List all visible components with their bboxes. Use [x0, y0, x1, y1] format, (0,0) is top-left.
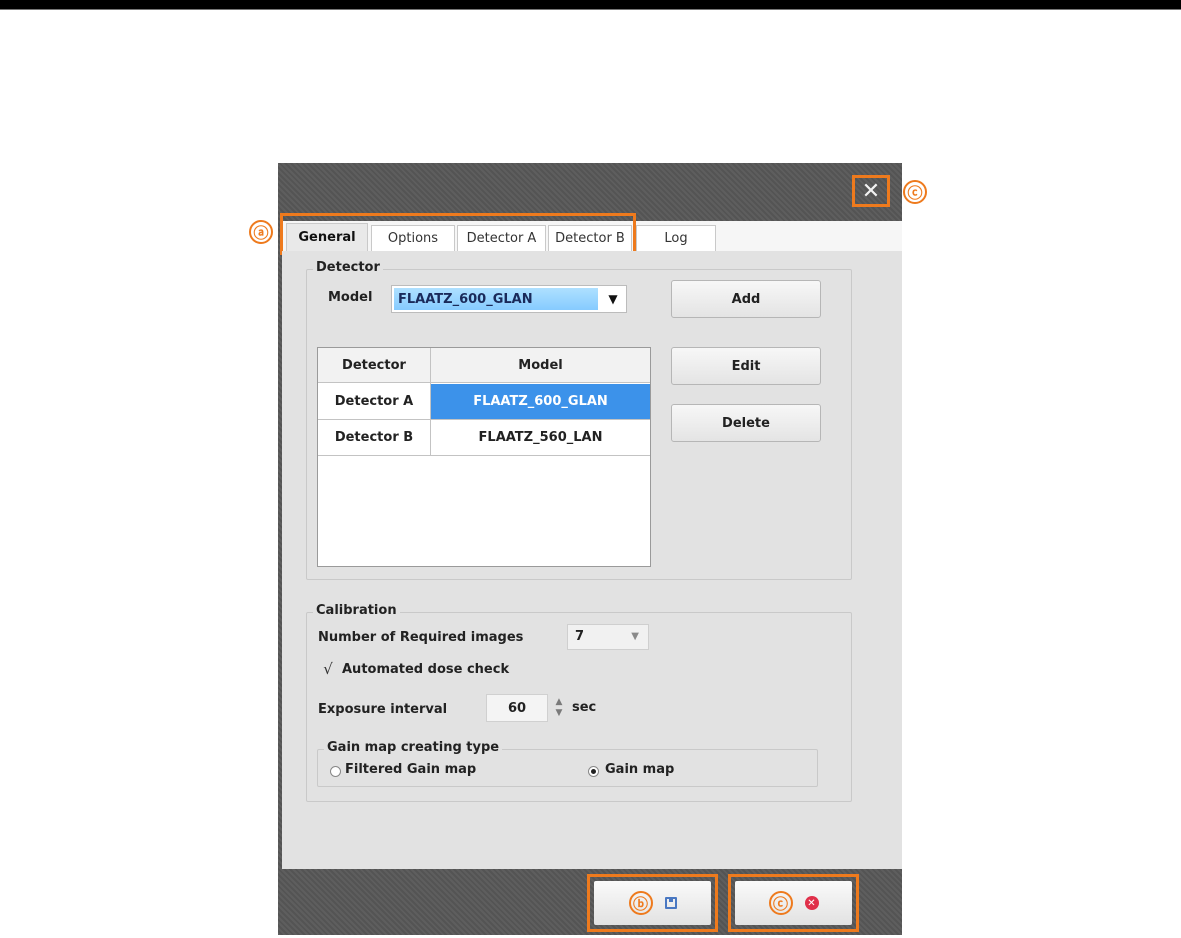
edit-button-label: Edit [731, 358, 761, 374]
required-images-combobox[interactable]: 7 ▼ [567, 624, 649, 650]
exposure-interval-value: 60 [507, 700, 527, 716]
top-rule-thin [0, 9, 1181, 10]
filtered-gain-map-radio[interactable] [330, 766, 341, 777]
delete-button[interactable]: Delete [671, 404, 821, 442]
callout-b-save: ⓑ [628, 891, 653, 915]
tab-log[interactable]: Log [636, 225, 716, 251]
callout-a-tabs: ⓐ [249, 220, 273, 244]
model-combobox[interactable]: FLAATZ_600_GLAN ▼ [391, 285, 627, 313]
model-combobox-value: FLAATZ_600_GLAN [394, 288, 598, 310]
filtered-gain-map-label: Filtered Gain map [345, 762, 477, 777]
delete-button-label: Delete [722, 415, 770, 431]
chevron-down-icon: ▼ [608, 292, 618, 306]
top-rule [0, 0, 1181, 9]
save-button[interactable]: ⓑ [587, 874, 718, 932]
calibration-group-title: Calibration [313, 603, 400, 618]
tab-detector-a-label: Detector A [466, 231, 537, 246]
dose-check-label: Automated dose check [342, 662, 510, 677]
save-button-face: ⓑ [594, 881, 711, 925]
row-model-cell: FLAATZ_560_LAN [478, 430, 603, 445]
exposure-interval-label: Exposure interval [318, 702, 448, 717]
gain-map-radio[interactable] [588, 766, 599, 777]
tab-detector-a[interactable]: Detector A [457, 225, 546, 251]
gain-map-group-title: Gain map creating type [324, 740, 503, 755]
gain-map-label: Gain map [605, 762, 675, 777]
required-images-value: 7 [575, 629, 585, 644]
column-separator [430, 348, 431, 456]
add-button[interactable]: Add [671, 280, 821, 318]
close-button[interactable]: ✕ [852, 175, 890, 207]
header-model: Model [518, 358, 563, 373]
tab-detector-b-label: Detector B [555, 231, 625, 246]
model-label: Model [328, 290, 373, 305]
tab-detector-b[interactable]: Detector B [548, 225, 632, 251]
callout-c-cancel: ⓒ [768, 891, 793, 915]
table-header: Detector Model [318, 348, 650, 383]
row-detector-cell: Detector A [334, 394, 414, 409]
exposure-interval-input[interactable]: 60 [486, 694, 548, 722]
dose-check-checkbox[interactable]: √ [320, 660, 336, 678]
exposure-unit: sec [572, 700, 597, 715]
spin-arrows-icon[interactable]: ▲ ▼ [552, 697, 566, 721]
detector-group-title: Detector [313, 260, 383, 275]
edit-button[interactable]: Edit [671, 347, 821, 385]
cancel-button[interactable]: ⓒ ✕ [728, 874, 859, 932]
tab-general-label: General [298, 230, 356, 245]
required-images-label: Number of Required images [318, 630, 524, 645]
tab-log-label: Log [664, 231, 688, 246]
tab-general[interactable]: General [286, 223, 368, 251]
checkmark-icon: √ [323, 660, 333, 678]
cancel-icon: ✕ [804, 896, 819, 910]
row-model-cell: FLAATZ_600_GLAN [431, 384, 650, 419]
detector-table[interactable]: Detector Model Detector A FLAATZ_600_GLA… [317, 347, 651, 567]
table-row[interactable]: Detector A FLAATZ_600_GLAN [318, 384, 650, 420]
table-row[interactable]: Detector B FLAATZ_560_LAN [318, 420, 650, 456]
tab-options-label: Options [387, 231, 439, 246]
callout-c-close: ⓒ [903, 180, 927, 204]
save-icon [664, 897, 677, 909]
header-detector: Detector [342, 358, 406, 373]
tab-options[interactable]: Options [371, 225, 455, 251]
close-icon: ✕ [861, 178, 881, 204]
add-button-label: Add [731, 291, 761, 307]
chevron-down-icon: ▼ [631, 631, 639, 642]
cancel-button-face: ⓒ ✕ [735, 881, 852, 925]
row-detector-cell: Detector B [334, 430, 414, 445]
